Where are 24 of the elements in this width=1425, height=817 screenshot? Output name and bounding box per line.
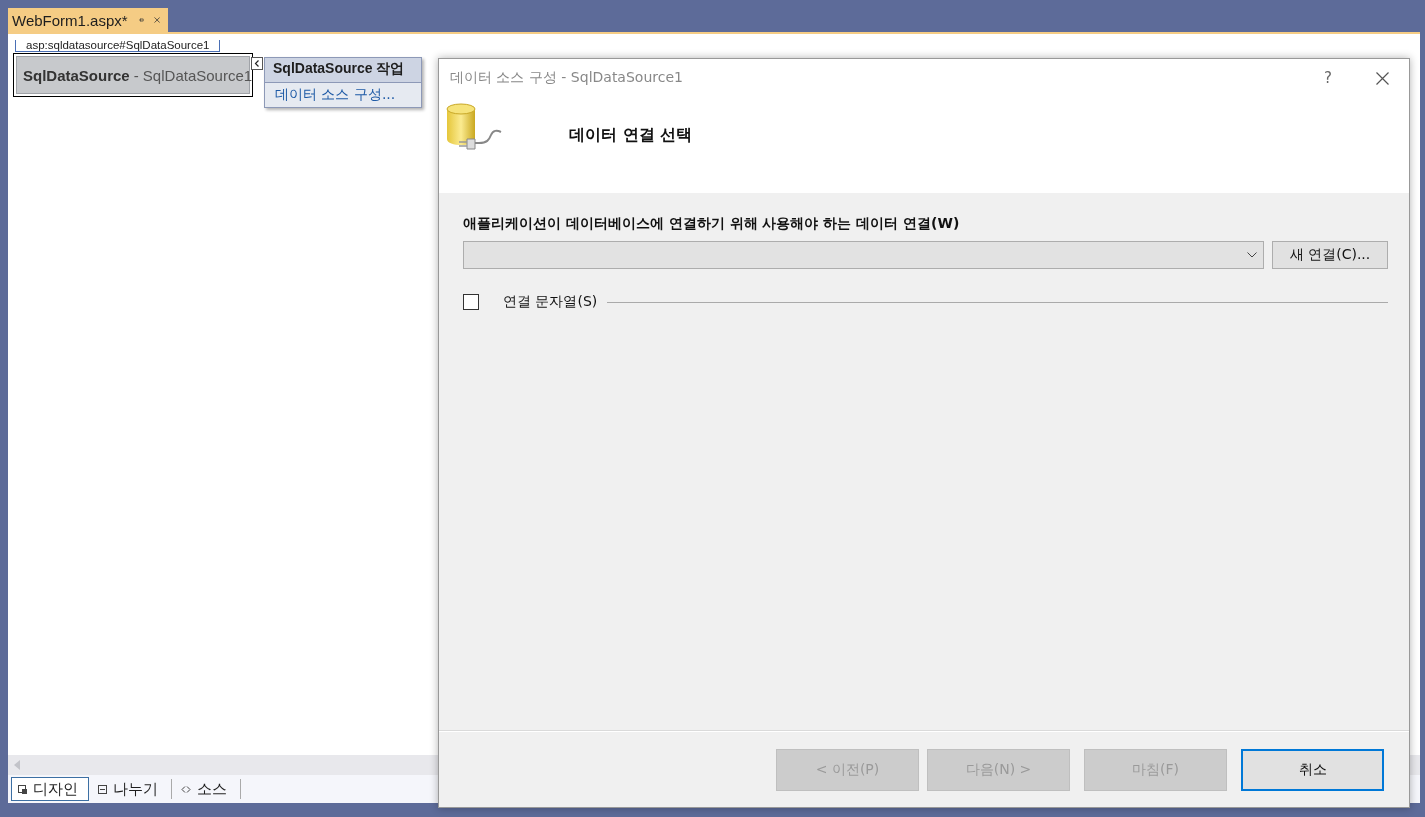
smart-tag-chevron-icon[interactable] [251, 57, 263, 70]
connection-string-checkbox[interactable] [463, 294, 479, 310]
configure-data-source-link[interactable]: 데이터 소스 구성... [265, 83, 421, 107]
page-heading: 데이터 연결 선택 [569, 125, 693, 146]
document-tab-title: WebForm1.aspx* [12, 11, 128, 29]
sqldatasource-control[interactable]: SqlDataSource - SqlDataSource1 [16, 56, 250, 94]
view-tab[interactable]: 나누기 [91, 777, 169, 801]
close-icon[interactable] [1376, 71, 1389, 85]
document-tab[interactable]: WebForm1.aspx* [8, 8, 168, 32]
design-view-icon [18, 784, 27, 794]
view-tab[interactable]: 디자인 [11, 777, 89, 801]
connection-string-label: 연결 문자열(S) [503, 293, 598, 311]
close-icon[interactable] [153, 14, 160, 26]
source-view-icon [181, 785, 191, 793]
dialog-title: 데이터 소스 구성 - SqlDataSource1 [450, 69, 684, 87]
element-tag: asp:sqldatasource#SqlDataSource1 [15, 40, 221, 52]
help-button[interactable]: ? [1324, 69, 1332, 87]
view-tab[interactable]: 소스 [174, 777, 238, 801]
smart-tag-title: SqlDataSource 작업 [265, 58, 421, 83]
wizard-button[interactable]: 취소 [1241, 748, 1384, 791]
connection-label: 애플리케이션이 데이터베이스에 연결하기 위해 사용해야 하는 데이터 연결(W) [463, 215, 961, 233]
new-connection-button[interactable]: 새 연결(C)... [1272, 241, 1388, 269]
dropdown-caret-icon [1247, 252, 1257, 258]
split-view-icon [98, 784, 107, 794]
